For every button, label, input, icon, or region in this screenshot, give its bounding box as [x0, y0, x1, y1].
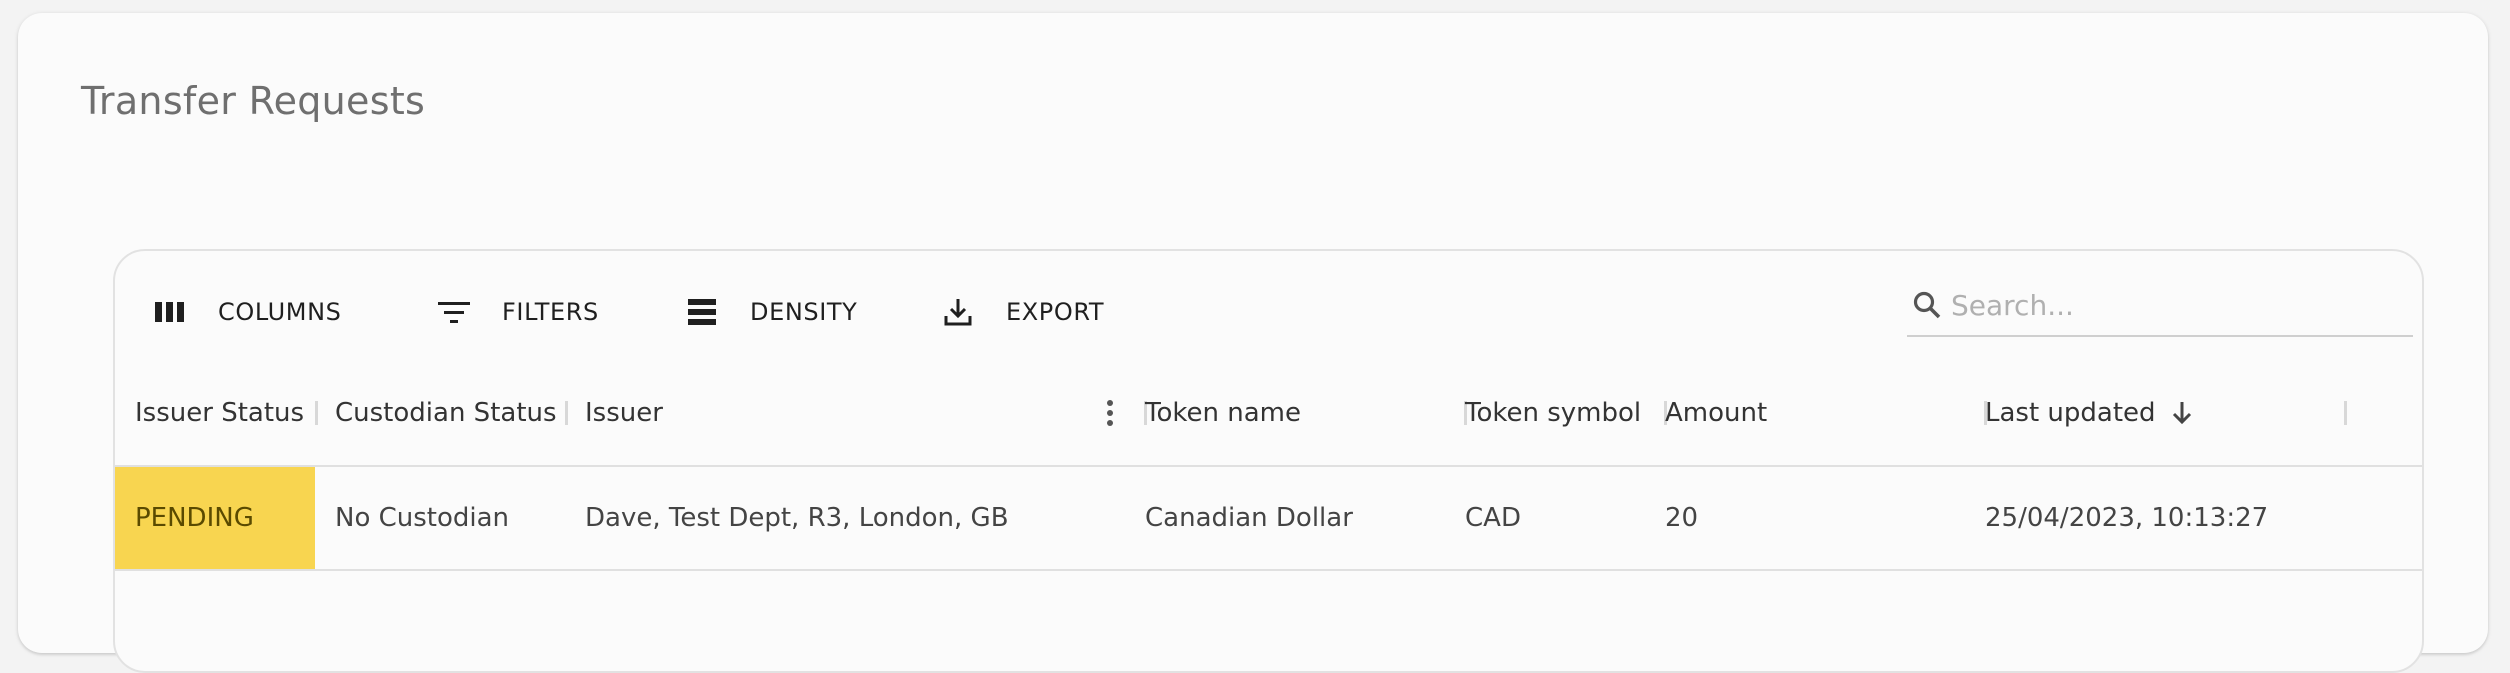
column-header-label: Token name [1145, 398, 1301, 428]
column-header-issuer-status[interactable]: Issuer Status [135, 361, 304, 465]
token-symbol-cell: CAD [1465, 503, 1521, 533]
column-header-custodian-status[interactable]: Custodian Status [335, 361, 557, 465]
filter-list-icon [436, 294, 472, 330]
issuer-status-badge: PENDING [115, 467, 315, 569]
view-column-icon [152, 294, 188, 330]
column-header-label: Amount [1665, 398, 1768, 428]
token-name-cell: Canadian Dollar [1145, 503, 1353, 533]
data-grid: COLUMNS FILTERS DENSITY EXPORT Search...… [113, 249, 2424, 673]
column-header-last-updated[interactable]: Last updated [1985, 361, 2198, 465]
column-header-label: Issuer Status [135, 398, 305, 428]
column-separator[interactable] [315, 401, 318, 425]
more-vertical-icon[interactable] [1092, 395, 1128, 431]
column-header-token-symbol[interactable]: Token symbol [1465, 361, 1641, 465]
density-icon [684, 294, 720, 330]
custodian-status-cell: No Custodian [335, 503, 510, 533]
table-row[interactable]: PENDING No Custodian Dave, Test Dept, R3… [115, 467, 2422, 571]
column-header-issuer[interactable]: Issuer [585, 361, 663, 465]
filters-button[interactable]: FILTERS [436, 288, 599, 336]
export-label: EXPORT [1006, 298, 1105, 326]
columns-button[interactable]: COLUMNS [152, 288, 342, 336]
column-header-label: Token symbol [1465, 398, 1642, 428]
column-header-label: Issuer [585, 398, 663, 428]
search-field [1907, 275, 2413, 337]
column-header-amount[interactable]: Amount [1665, 361, 1767, 465]
issuer-cell: Dave, Test Dept, R3, London, GB [585, 503, 1009, 533]
search-input[interactable] [1951, 288, 2391, 322]
column-separator[interactable] [565, 401, 568, 425]
filters-label: FILTERS [502, 298, 599, 326]
column-header-token-name[interactable]: Token name [1145, 361, 1301, 465]
column-header-label: Last updated [1985, 398, 2156, 428]
columns-label: COLUMNS [218, 298, 342, 326]
arrow-down-icon[interactable] [2166, 397, 2198, 429]
export-button[interactable]: EXPORT [940, 288, 1104, 336]
column-header-row: Issuer Status Custodian Status Issuer To… [115, 361, 2422, 467]
search-icon [1909, 287, 1945, 323]
density-label: DENSITY [750, 298, 858, 326]
page-card: Transfer Requests COLUMNS FILTERS DENSIT… [18, 13, 2488, 673]
column-header-label: Custodian Status [335, 398, 557, 428]
page-title: Transfer Requests [81, 79, 426, 123]
column-separator[interactable] [2344, 401, 2347, 425]
download-icon [940, 294, 976, 330]
last-updated-cell: 25/04/2023, 10:13:27 [1985, 503, 2269, 533]
density-button[interactable]: DENSITY [684, 288, 857, 336]
amount-cell: 20 [1665, 503, 1699, 533]
